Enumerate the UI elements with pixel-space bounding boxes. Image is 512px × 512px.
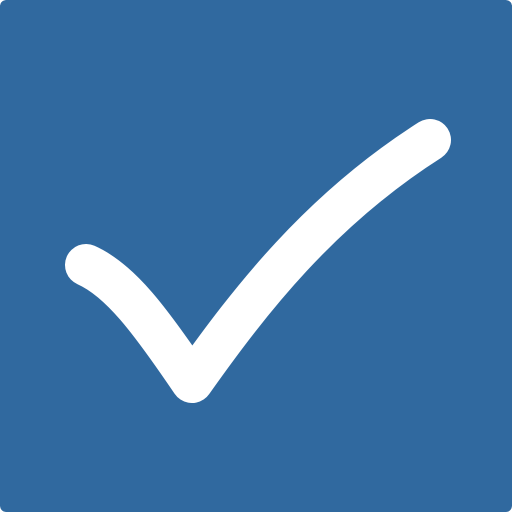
checkmark-icon-graphic bbox=[0, 0, 512, 512]
app-icon-tile bbox=[0, 0, 512, 512]
